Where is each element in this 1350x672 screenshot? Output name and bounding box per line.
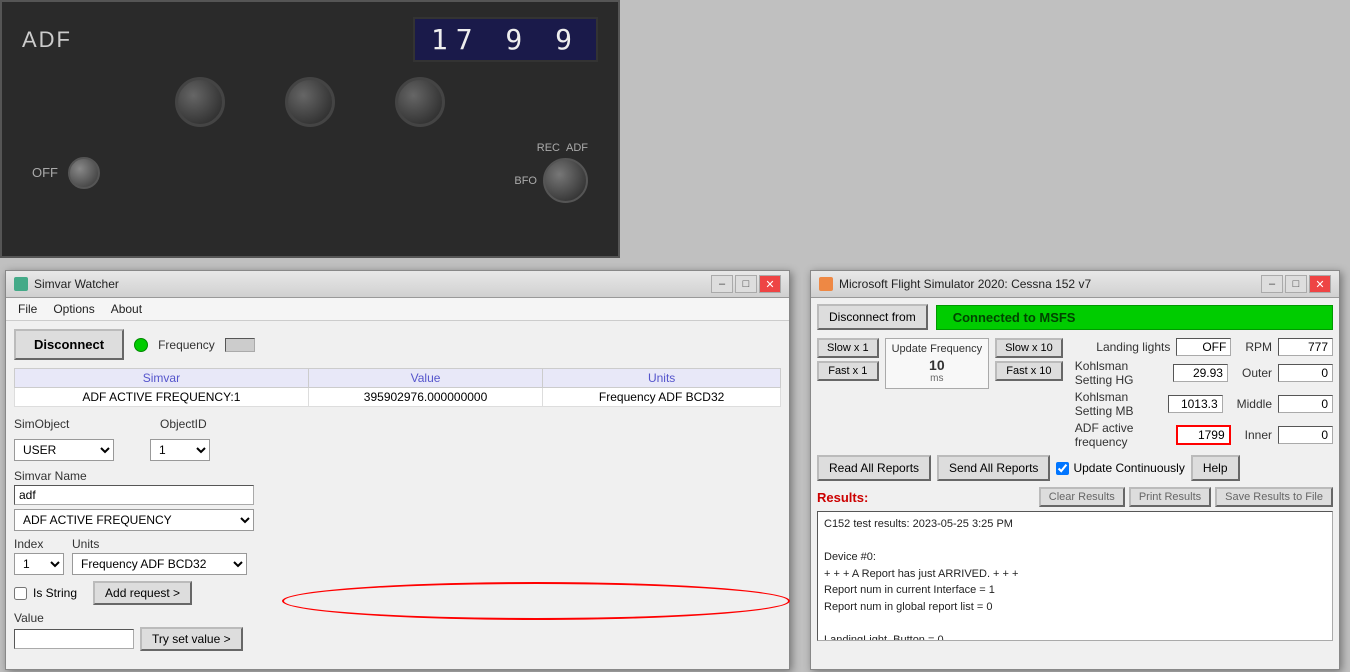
results-content: C152 test results: 2023-05-25 3:25 PM De… [824,516,1326,641]
update-frequency-box: Update Frequency 10 ms [885,338,990,389]
simvar-titlebar: Simvar Watcher – □ ✕ [6,271,789,298]
simvar-window-title: Simvar Watcher [34,277,119,291]
simvar-name-input[interactable] [14,485,254,505]
middle-value: 0 [1278,395,1333,413]
print-results-button[interactable]: Print Results [1129,487,1211,507]
adf-frequency-display: 17 9 9 [413,17,598,62]
adf-adf-label: ADF [566,142,588,154]
connection-indicator [134,338,148,352]
kohlsman-mb-label: Kohlsman Setting MB [1075,390,1162,418]
simvar-dropdown[interactable]: ADF ACTIVE FREQUENCY [14,509,254,531]
results-label: Results: [817,490,868,505]
msfs-window: Microsoft Flight Simulator 2020: Cessna … [810,270,1340,670]
adf-small-knob[interactable] [68,157,100,189]
adf-knob-1[interactable] [175,77,225,127]
simvar-window-icon [14,277,28,291]
objectid-label: ObjectID [160,417,230,431]
update-freq-unit: ms [892,373,983,384]
update-continuously-checkbox[interactable] [1056,462,1069,475]
help-button[interactable]: Help [1191,455,1240,481]
close-button[interactable]: ✕ [759,275,781,293]
objectid-select[interactable]: 1 [150,439,210,461]
fast-x1-button[interactable]: Fast x 1 [817,361,879,381]
update-freq-value: 10 [892,357,983,373]
adf-panel-label: ADF [22,27,72,53]
simvar-watcher-window: Simvar Watcher – □ ✕ File Options About … [5,270,790,670]
inner-label: Inner [1245,428,1272,442]
try-set-button[interactable]: Try set value > [140,627,243,651]
adf-freq-value: 1799 [1176,425,1231,445]
minimize-button[interactable]: – [711,275,733,293]
landing-lights-value: OFF [1176,338,1231,356]
rpm-value: 777 [1278,338,1333,356]
msfs-window-icon [819,277,833,291]
save-results-button[interactable]: Save Results to File [1215,487,1333,507]
menu-about[interactable]: About [103,300,150,318]
msfs-titlebar: Microsoft Flight Simulator 2020: Cessna … [811,271,1339,298]
read-all-reports-button[interactable]: Read All Reports [817,455,931,481]
send-all-reports-button[interactable]: Send All Reports [937,455,1050,481]
col-simvar: Simvar [15,369,309,388]
index-select[interactable]: 1 [14,553,64,575]
frequency-label: Frequency [158,338,215,352]
slow-x10-button[interactable]: Slow x 10 [995,338,1063,358]
adf-bfo-knob[interactable] [543,158,588,203]
kohlsman-mb-value: 1013.3 [1168,395,1223,413]
disconnect-from-button[interactable]: Disconnect from [817,304,928,330]
adf-panel: ADF 17 9 9 OFF REC ADF BFO [0,0,620,258]
value-input[interactable] [14,629,134,649]
adf-off-label: OFF [32,165,58,180]
outer-value: 0 [1278,364,1333,382]
menu-file[interactable]: File [10,300,45,318]
adf-rec-label: REC [537,142,560,154]
kohlsman-hg-label: Kohlsman Setting HG [1075,359,1167,387]
fast-x10-button[interactable]: Fast x 10 [995,361,1063,381]
results-area: C152 test results: 2023-05-25 3:25 PM De… [817,511,1333,641]
adf-bfo-label: BFO [514,175,537,187]
is-string-label: Is String [33,586,77,600]
connected-status: Connected to MSFS [936,305,1333,330]
rpm-label: RPM [1245,340,1272,354]
is-string-checkbox[interactable] [14,587,27,600]
simobject-select[interactable]: USER [14,439,114,461]
adf-freq-label: ADF active frequency [1075,421,1170,449]
msfs-maximize-button[interactable]: □ [1285,275,1307,293]
kohlsman-hg-value: 29.93 [1173,364,1228,382]
maximize-button[interactable]: □ [735,275,757,293]
clear-results-button[interactable]: Clear Results [1039,487,1125,507]
simvar-table: Simvar Value Units ADF ACTIVE FREQUENCY:… [14,368,781,407]
table-row[interactable]: ADF ACTIVE FREQUENCY:1 395902976.0000000… [15,388,781,407]
simvar-name-label: Simvar Name [14,469,781,483]
outer-label: Outer [1242,366,1272,380]
menu-options[interactable]: Options [45,300,102,318]
simvar-cell: ADF ACTIVE FREQUENCY:1 [15,388,309,407]
units-cell: Frequency ADF BCD32 [543,388,781,407]
simobject-label: SimObject [14,417,84,431]
value-cell: 395902976.000000000 [308,388,542,407]
add-request-button[interactable]: Add request > [93,581,192,605]
index-label: Index [14,537,64,551]
units-label: Units [72,537,781,551]
middle-label: Middle [1237,397,1272,411]
slow-x1-button[interactable]: Slow x 1 [817,338,879,358]
landing-lights-label: Landing lights [1096,340,1170,354]
adf-knob-3[interactable] [395,77,445,127]
col-value: Value [308,369,542,388]
msfs-window-title: Microsoft Flight Simulator 2020: Cessna … [839,277,1091,291]
value-field-label: Value [14,611,781,625]
frequency-slider[interactable] [225,338,255,352]
update-continuously-label: Update Continuously [1073,461,1184,475]
col-units: Units [543,369,781,388]
msfs-minimize-button[interactable]: – [1261,275,1283,293]
update-freq-label: Update Frequency [892,343,983,355]
disconnect-button[interactable]: Disconnect [14,329,124,360]
simvar-menubar: File Options About [6,298,789,321]
inner-value: 0 [1278,426,1333,444]
adf-knob-2[interactable] [285,77,335,127]
msfs-close-button[interactable]: ✕ [1309,275,1331,293]
units-select[interactable]: Frequency ADF BCD32 [72,553,247,575]
